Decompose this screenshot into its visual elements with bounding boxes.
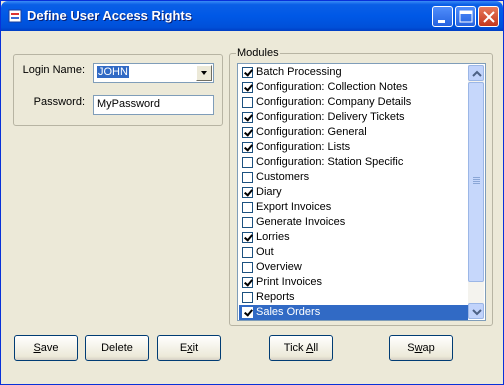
dropdown-button[interactable] bbox=[196, 65, 212, 81]
module-label: Export Invoices bbox=[256, 201, 332, 213]
module-label: Print Invoices bbox=[256, 276, 323, 288]
swap-label-start: S bbox=[407, 342, 415, 354]
login-name-value: JOHN bbox=[97, 66, 129, 78]
swap-label-end: ap bbox=[422, 342, 435, 354]
login-name-label: Login Name: bbox=[22, 64, 85, 76]
module-checkbox[interactable] bbox=[242, 292, 253, 303]
module-list-item[interactable]: Customers bbox=[239, 170, 468, 185]
module-list-item[interactable]: Diary bbox=[239, 185, 468, 200]
exit-label-end: it bbox=[192, 342, 199, 354]
module-list-item[interactable]: Configuration: Delivery Tickets bbox=[239, 110, 468, 125]
module-checkbox[interactable] bbox=[242, 262, 253, 273]
module-checkbox[interactable] bbox=[242, 97, 253, 108]
module-list-item[interactable]: Overview bbox=[239, 260, 468, 275]
swap-accel: w bbox=[414, 342, 423, 354]
delete-label: Delete bbox=[101, 342, 133, 354]
save-button[interactable]: Save bbox=[14, 335, 78, 361]
module-label: Batch Processing bbox=[256, 66, 342, 78]
module-list-item[interactable]: Batch Processing bbox=[239, 65, 468, 80]
module-checkbox[interactable] bbox=[242, 112, 253, 123]
module-checkbox[interactable] bbox=[242, 187, 253, 198]
module-checkbox[interactable] bbox=[242, 277, 253, 288]
password-value: MyPassword bbox=[97, 98, 160, 110]
module-label: Customers bbox=[256, 171, 310, 183]
close-button[interactable] bbox=[478, 6, 499, 27]
maximize-icon bbox=[459, 10, 473, 23]
module-checkbox[interactable] bbox=[242, 82, 253, 93]
password-label: Password: bbox=[33, 96, 85, 108]
app-icon bbox=[8, 9, 22, 23]
window-title: Define User Access Rights bbox=[27, 8, 192, 23]
tick-all-label-start: Tick bbox=[283, 342, 306, 354]
module-list-item[interactable]: Configuration: Station Specific bbox=[239, 155, 468, 170]
tick-all-label-end: ll bbox=[313, 342, 319, 354]
save-label: ave bbox=[40, 342, 59, 354]
login-groupbox: Login Name: JOHN Password: MyPassword bbox=[13, 54, 223, 126]
module-checkbox[interactable] bbox=[242, 127, 253, 138]
scroll-down-button[interactable] bbox=[468, 303, 484, 319]
module-list-item[interactable]: Configuration: Lists bbox=[239, 140, 468, 155]
module-checkbox[interactable] bbox=[242, 172, 253, 183]
login-name-combobox[interactable]: JOHN bbox=[93, 63, 214, 83]
module-list-item[interactable]: Configuration: General bbox=[239, 125, 468, 140]
tick-all-button[interactable]: Tick All bbox=[269, 335, 333, 361]
module-label: Configuration: Station Specific bbox=[256, 156, 404, 168]
maximize-button[interactable] bbox=[455, 6, 476, 27]
module-checkbox[interactable] bbox=[242, 247, 253, 258]
delete-button[interactable]: Delete bbox=[85, 335, 149, 361]
module-checkbox[interactable] bbox=[242, 232, 253, 243]
save-accel: S bbox=[33, 342, 41, 354]
module-label: Overview bbox=[256, 261, 302, 273]
module-checkbox[interactable] bbox=[242, 202, 253, 213]
module-label: Out bbox=[256, 246, 274, 258]
module-label: Configuration: Delivery Tickets bbox=[256, 111, 405, 123]
module-label: Diary bbox=[256, 186, 282, 198]
module-label: Configuration: Collection Notes bbox=[256, 81, 408, 93]
modules-listbox[interactable]: Batch Processing Configuration: Collectio… bbox=[237, 63, 486, 321]
module-checkbox[interactable] bbox=[242, 67, 253, 78]
chevron-down-icon bbox=[201, 71, 207, 75]
scroll-up-button[interactable] bbox=[468, 65, 484, 81]
module-label: Generate Invoices bbox=[256, 216, 346, 228]
module-checkbox[interactable] bbox=[242, 217, 253, 228]
title-bar[interactable]: Define User Access Rights bbox=[1, 1, 503, 31]
module-list-item[interactable]: Reports bbox=[239, 290, 468, 305]
module-list-item[interactable]: Configuration: Collection Notes bbox=[239, 80, 468, 95]
modules-list: Batch Processing Configuration: Collectio… bbox=[239, 65, 468, 320]
minimize-icon bbox=[438, 20, 445, 23]
password-field[interactable]: MyPassword bbox=[93, 95, 214, 115]
vertical-scrollbar[interactable] bbox=[468, 65, 484, 319]
module-list-item[interactable]: Export Invoices bbox=[239, 200, 468, 215]
module-label: Configuration: General bbox=[256, 126, 367, 138]
minimize-button[interactable] bbox=[432, 6, 453, 27]
module-label: Configuration: Company Details bbox=[256, 96, 412, 108]
scrollbar-thumb[interactable] bbox=[468, 82, 484, 282]
module-checkbox[interactable] bbox=[242, 307, 253, 318]
module-list-item[interactable]: Print Invoices bbox=[239, 275, 468, 290]
module-list-item[interactable]: Out bbox=[239, 245, 468, 260]
module-list-item[interactable]: Lorries bbox=[239, 230, 468, 245]
modules-label: Modules bbox=[236, 47, 280, 59]
module-list-item[interactable]: Generate Invoices bbox=[239, 215, 468, 230]
dialog-window: Define User Access Rights Login Name: JO… bbox=[0, 0, 504, 385]
chevron-down-icon bbox=[472, 309, 482, 316]
module-label: Reports bbox=[256, 291, 295, 303]
module-checkbox[interactable] bbox=[242, 142, 253, 153]
exit-button[interactable]: Exit bbox=[157, 335, 221, 361]
chevron-up-icon bbox=[472, 70, 482, 77]
close-icon bbox=[483, 11, 495, 23]
swap-button[interactable]: Swap bbox=[389, 335, 453, 361]
module-list-item[interactable]: Sales Orders bbox=[239, 305, 468, 320]
module-label: Configuration: Lists bbox=[256, 141, 351, 153]
module-label: Sales Orders bbox=[256, 306, 321, 318]
grip-icon bbox=[473, 177, 480, 185]
module-label: Lorries bbox=[256, 231, 290, 243]
module-checkbox[interactable] bbox=[242, 157, 253, 168]
module-list-item[interactable]: Configuration: Company Details bbox=[239, 95, 468, 110]
